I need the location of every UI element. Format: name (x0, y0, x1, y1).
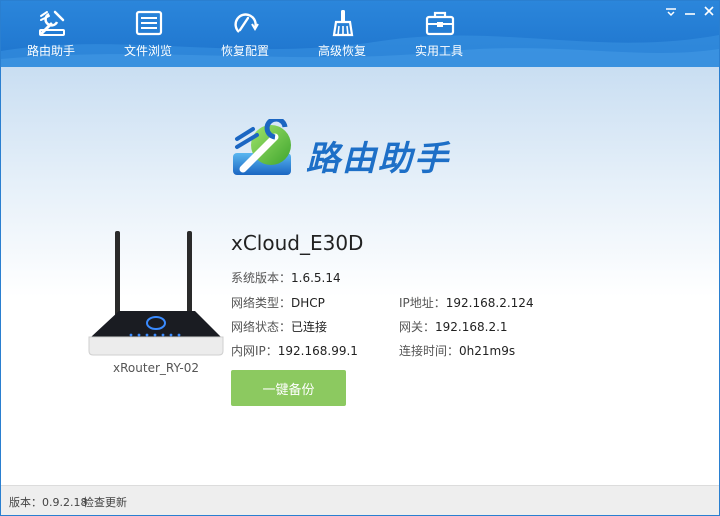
info-label: 网关： (399, 320, 436, 334)
router-tools-icon (39, 10, 65, 36)
nav-label: 实用工具 (414, 44, 463, 58)
close-icon[interactable] (701, 4, 717, 18)
info-label: 网络类型： (231, 296, 292, 310)
info-value: 192.168.2.1 (435, 320, 508, 334)
one-click-backup-button[interactable]: 一键备份 (231, 370, 346, 406)
nav-utilities[interactable]: 实用工具 (391, 1, 487, 67)
nav-router-assistant[interactable]: 路由助手 (3, 1, 99, 67)
info-sys-version: 系统版本：1.6.5.14 (231, 269, 341, 286)
info-label: 系统版本： (231, 271, 292, 285)
main-panel: 路由助手 xRouter_RY-02 xCloud_E30D 系统版本：1.6.… (1, 67, 719, 485)
logo-title: 路由助手 (306, 139, 450, 179)
nav-file-browse[interactable]: 文件浏览 (100, 1, 196, 67)
toolbox-icon (425, 11, 455, 36)
device-name: xCloud_E30D (231, 231, 364, 255)
router-image (88, 231, 224, 356)
nav-label: 文件浏览 (123, 44, 172, 58)
info-lan-ip: 内网IP：192.168.99.1 (231, 342, 358, 359)
nav-label: 高级恢复 (317, 44, 366, 58)
nav-advanced-restore[interactable]: 高级恢复 (294, 1, 390, 67)
info-ip-address: IP地址：192.168.2.124 (399, 294, 534, 311)
version-text: 版本：0.9.2.18 (9, 496, 88, 509)
info-value: 192.168.99.1 (277, 344, 358, 358)
info-net-type: 网络类型：DHCP (231, 294, 325, 311)
info-value: 0h21m9s (459, 344, 516, 358)
nav-label: 恢复配置 (220, 44, 269, 58)
info-label: IP地址： (399, 296, 446, 310)
file-list-icon (135, 10, 163, 36)
status-bar: 版本：0.9.2.18 检查更新 (1, 485, 719, 515)
minimize-icon[interactable] (663, 4, 679, 18)
top-toolbar: 路由助手 文件浏览 恢复配置 高级恢复 实用工具 (1, 1, 719, 67)
minimize-button-icon[interactable] (682, 4, 698, 18)
info-label: 内网IP： (231, 344, 278, 358)
info-label: 连接时间： (399, 344, 460, 358)
info-connection-time: 连接时间：0h21m9s (399, 342, 515, 359)
info-value: 192.168.2.124 (445, 296, 534, 310)
broom-icon (332, 10, 354, 37)
info-value: DHCP (291, 296, 325, 310)
info-net-status: 网络状态：已连接 (231, 318, 327, 335)
info-value: 已连接 (291, 320, 328, 334)
nav-label: 路由助手 (26, 44, 75, 58)
check-update-link[interactable]: 检查更新 (83, 494, 127, 510)
nav-restore-config[interactable]: 恢复配置 (197, 1, 293, 67)
restore-config-icon (234, 13, 259, 33)
info-gateway: 网关：192.168.2.1 (399, 318, 508, 335)
info-label: 网络状态： (231, 320, 292, 334)
info-value: 1.6.5.14 (291, 271, 341, 285)
app-window: 路由助手 文件浏览 恢复配置 高级恢复 实用工具 路由助手 xRouter_RY… (0, 0, 720, 516)
router-model-caption: xRouter_RY-02 (113, 361, 199, 375)
